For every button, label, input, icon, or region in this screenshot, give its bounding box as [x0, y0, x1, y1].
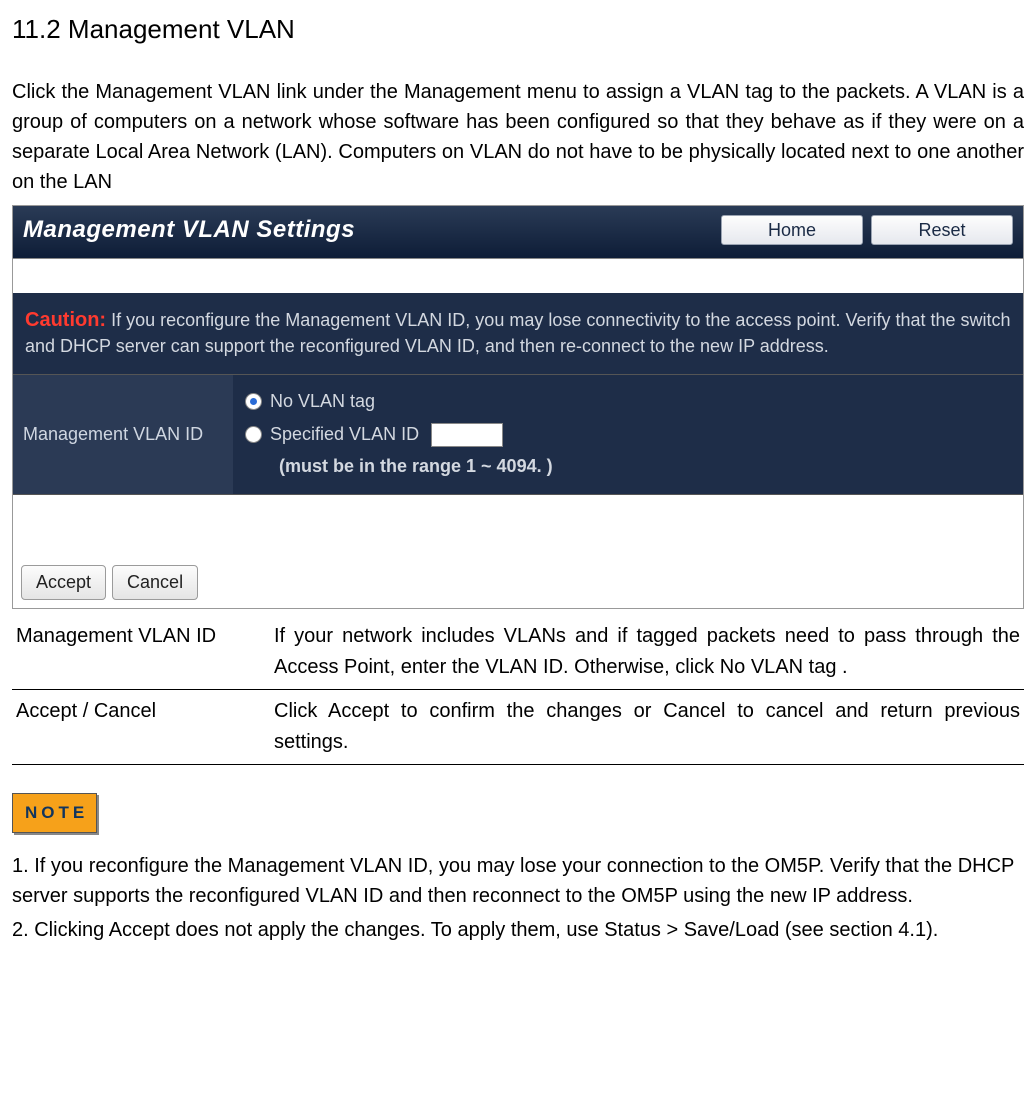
caution-label: Caution: — [25, 309, 106, 331]
panel-title: Management VLAN Settings — [23, 212, 355, 248]
caution-block: Caution: If you reconfigure the Manageme… — [13, 293, 1023, 374]
header-buttons: Home Reset — [721, 215, 1013, 245]
option-specified-vlan-id[interactable]: Specified VLAN ID — [245, 418, 1011, 451]
reset-button[interactable]: Reset — [871, 215, 1013, 245]
section-number: 11.2 — [12, 14, 61, 44]
vlan-id-options: No VLAN tag Specified VLAN ID (must be i… — [233, 375, 1023, 494]
radio-icon — [245, 426, 262, 443]
radio-icon — [245, 393, 262, 410]
screenshot: Management VLAN Settings Home Reset Caut… — [12, 205, 1024, 609]
option-specified-vlan-id-label: Specified VLAN ID — [270, 421, 419, 448]
desc-body: If your network includes VLANs and if ta… — [270, 615, 1024, 690]
option-no-vlan-tag[interactable]: No VLAN tag — [245, 385, 1011, 418]
table-row: Accept / Cancel Click Accept to confirm … — [12, 690, 1024, 765]
vlan-range-note: (must be in the range 1 ~ 4094. ) — [245, 453, 1011, 480]
accept-button[interactable]: Accept — [21, 565, 106, 600]
vlan-id-label: Management VLAN ID — [13, 375, 233, 494]
action-buttons: Accept Cancel — [13, 555, 1023, 608]
desc-body: Click Accept to confirm the changes or C… — [270, 690, 1024, 765]
intro-paragraph: Click the Management VLAN link under the… — [12, 77, 1024, 197]
section-heading: 11.2 Management VLAN — [12, 10, 1024, 49]
caution-text: If you reconfigure the Management VLAN I… — [25, 310, 1011, 356]
section-title-text: Management VLAN — [68, 14, 295, 44]
table-row: Management VLAN ID If your network inclu… — [12, 615, 1024, 690]
note-tag: NOTE — [12, 793, 97, 833]
desc-label: Management VLAN ID — [12, 615, 270, 690]
vlan-id-input[interactable] — [431, 423, 503, 447]
description-table: Management VLAN ID If your network inclu… — [12, 615, 1024, 765]
option-no-vlan-tag-label: No VLAN tag — [270, 388, 375, 415]
home-button[interactable]: Home — [721, 215, 863, 245]
note-item: 1. If you reconfigure the Management VLA… — [12, 851, 1024, 911]
note-item: 2. Clicking Accept does not apply the ch… — [12, 915, 1024, 945]
desc-label: Accept / Cancel — [12, 690, 270, 765]
cancel-button[interactable]: Cancel — [112, 565, 198, 600]
vlan-id-row: Management VLAN ID No VLAN tag Specified… — [13, 374, 1023, 495]
panel-header: Management VLAN Settings Home Reset — [13, 206, 1023, 259]
notes-block: 1. If you reconfigure the Management VLA… — [12, 851, 1024, 945]
